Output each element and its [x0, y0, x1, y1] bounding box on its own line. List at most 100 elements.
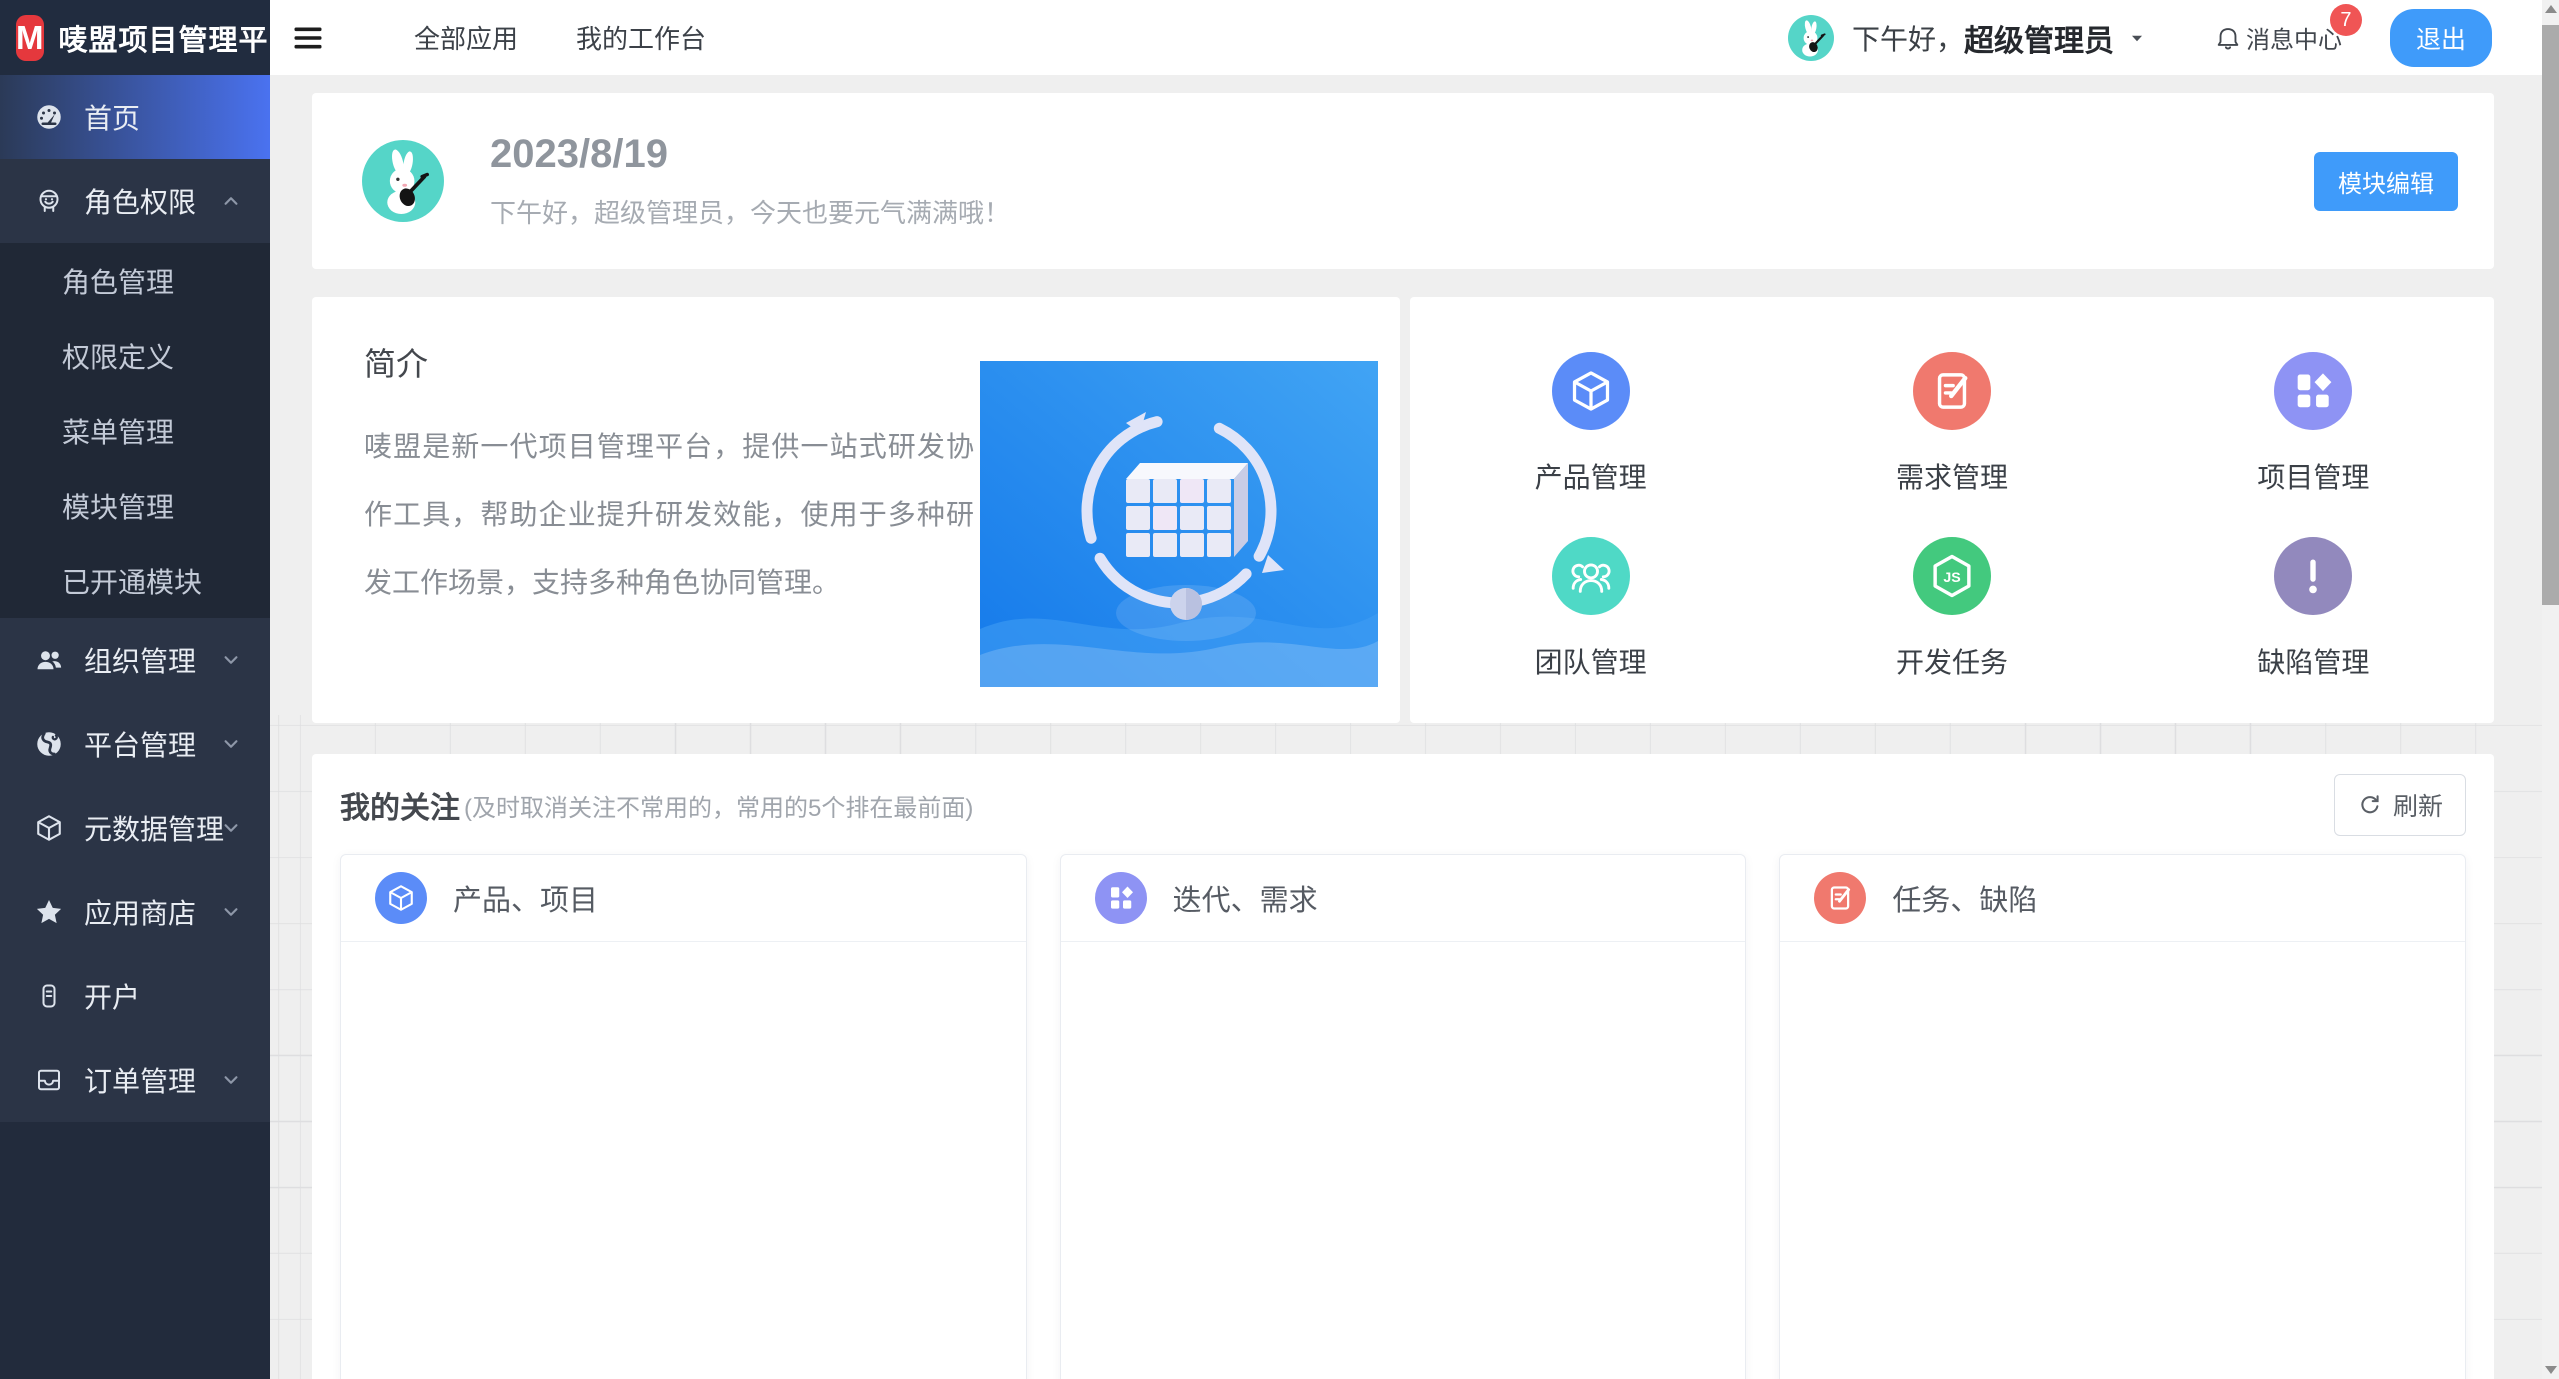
focus-header: 我的关注 (及时取消关注不常用的，常用的5个排在最前面) 刷新	[340, 778, 2466, 832]
cube-icon	[375, 872, 427, 924]
module-product[interactable]: 产品管理	[1410, 331, 1771, 516]
sidebar-item-label: 应用商店	[84, 892, 196, 932]
scroll-down-arrow[interactable]	[2542, 1361, 2559, 1379]
focus-card-product-project: 产品、项目	[340, 854, 1027, 1379]
dashboard-icon	[34, 102, 64, 132]
sidebar-item-label: 元数据管理	[84, 808, 224, 848]
exclamation-icon	[2274, 537, 2352, 615]
sidebar-item-label: 开户	[84, 976, 140, 1016]
app-root: { "app": { "logo_letter": "M", "title": …	[0, 0, 2559, 1379]
user-dropdown[interactable]: 下午好， 超级管理员	[1852, 16, 2148, 60]
module-edit-button[interactable]: 模块编辑	[2314, 152, 2458, 211]
platform-illustration	[980, 361, 1378, 687]
metadata-icon	[34, 813, 64, 843]
focus-card-task-defect: 任务、缺陷	[1779, 854, 2466, 1379]
sidebar-item-label: 平台管理	[84, 724, 196, 764]
sidebar-subitem-module-manage[interactable]: 模块管理	[0, 468, 270, 543]
chevron-down-icon	[218, 647, 244, 673]
banner-avatar	[362, 140, 444, 222]
sidebar-subitem-menu-manage[interactable]: 菜单管理	[0, 393, 270, 468]
focus-card-header: 迭代、需求	[1061, 855, 1746, 942]
sidebar-item-role-permission[interactable]: 角色权限	[0, 159, 270, 243]
module-project[interactable]: 项目管理	[2133, 331, 2494, 516]
logout-button[interactable]: 退出	[2390, 9, 2492, 67]
message-count-badge: 7	[2330, 4, 2362, 36]
sidebar-menu: 首页 角色权限 角色管理 权限定义 菜单管理 模块管理 已开通模块 组织管理 平…	[0, 75, 270, 1122]
greeting-text: 下午好，	[1852, 18, 1964, 58]
refresh-label: 刷新	[2393, 787, 2443, 823]
chevron-down-icon	[218, 1067, 244, 1093]
nodejs-icon	[1913, 537, 1991, 615]
doc-edit-icon	[1814, 872, 1866, 924]
greeting-banner: 2023/8/19 下午好，超级管理员，今天也要元气满满哦！ 模块编辑	[312, 93, 2494, 269]
chevron-down-icon	[218, 899, 244, 925]
top-right-cluster: 下午好， 超级管理员 消息中心 7 退出	[1788, 9, 2492, 67]
cube-icon	[1552, 352, 1630, 430]
chevron-up-icon	[218, 188, 244, 214]
focus-card-title: 迭代、需求	[1173, 877, 1318, 919]
focus-title: 我的关注	[340, 783, 460, 827]
sidebar-item-orders[interactable]: 订单管理	[0, 1038, 270, 1122]
app-grid-icon	[1095, 872, 1147, 924]
scroll-up-arrow[interactable]	[2542, 0, 2559, 18]
my-focus-section: 我的关注 (及时取消关注不常用的，常用的5个排在最前面) 刷新 产品、项目 迭代…	[312, 754, 2494, 1379]
app-grid-icon	[2274, 352, 2352, 430]
intro-card: 简介 唛盟是新一代项目管理平台，提供一站式研发协作工具，帮助企业提升研发效能，使…	[312, 297, 1400, 723]
focus-card-title: 产品、项目	[453, 877, 598, 919]
account-icon	[34, 981, 64, 1011]
tab-all-apps[interactable]: 全部应用	[414, 19, 518, 56]
sidebar-item-home[interactable]: 首页	[0, 75, 270, 159]
chevron-down-icon	[2126, 27, 2148, 49]
sidebar-item-organization[interactable]: 组织管理	[0, 618, 270, 702]
banner-message: 下午好，超级管理员，今天也要元气满满哦！	[490, 193, 1010, 230]
menu-collapse-icon[interactable]	[290, 20, 326, 56]
focus-cards-row: 产品、项目 迭代、需求 任务、缺陷	[340, 854, 2466, 1379]
sidebar-item-platform[interactable]: 平台管理	[0, 702, 270, 786]
brand-header: M 唛盟项目管理平台	[0, 0, 270, 75]
module-defect[interactable]: 缺陷管理	[2133, 516, 2494, 701]
role-icon	[34, 186, 64, 216]
sidebar-item-account-open[interactable]: 开户	[0, 954, 270, 1038]
username: 超级管理员	[1964, 16, 2114, 60]
bell-icon	[2214, 24, 2242, 52]
top-bar: 全部应用 我的工作台 下午好， 超级管理员 消息中心 7 退出	[270, 0, 2542, 75]
modules-card: 产品管理 需求管理 项目管理 团队管理 开发任务 缺陷管理	[1410, 297, 2494, 723]
sidebar-item-label: 订单管理	[84, 1060, 196, 1100]
sidebar-subitem-permission-define[interactable]: 权限定义	[0, 318, 270, 393]
appstore-icon	[34, 897, 64, 927]
sidebar-subitem-role-manage[interactable]: 角色管理	[0, 243, 270, 318]
module-label: 团队管理	[1535, 641, 1647, 681]
sidebar-item-metadata[interactable]: 元数据管理	[0, 786, 270, 870]
banner-date: 2023/8/19	[490, 132, 1010, 177]
scrollbar-thumb[interactable]	[2542, 25, 2559, 605]
module-label: 需求管理	[1896, 456, 2008, 496]
banner-text: 2023/8/19 下午好，超级管理员，今天也要元气满满哦！	[490, 132, 1010, 230]
app-title: 唛盟项目管理平台	[59, 17, 299, 59]
message-center[interactable]: 消息中心 7	[2214, 20, 2342, 55]
sidebar-item-label: 首页	[84, 97, 140, 137]
chevron-down-icon	[218, 815, 244, 841]
main-content: 2023/8/19 下午好，超级管理员，今天也要元气满满哦！ 模块编辑 简介 唛…	[270, 75, 2542, 1379]
module-requirement[interactable]: 需求管理	[1771, 331, 2132, 516]
sidebar-item-appstore[interactable]: 应用商店	[0, 870, 270, 954]
tab-my-workbench[interactable]: 我的工作台	[576, 19, 706, 56]
chevron-down-icon	[218, 731, 244, 757]
focus-card-header: 产品、项目	[341, 855, 1026, 942]
sidebar-item-label: 组织管理	[84, 640, 196, 680]
focus-card-header: 任务、缺陷	[1780, 855, 2465, 942]
module-dev-task[interactable]: 开发任务	[1771, 516, 2132, 701]
module-team[interactable]: 团队管理	[1410, 516, 1771, 701]
user-avatar[interactable]	[1788, 15, 1834, 61]
sidebar-item-label: 角色权限	[84, 181, 196, 221]
sidebar-subitem-opened-modules[interactable]: 已开通模块	[0, 543, 270, 618]
refresh-icon	[2357, 792, 2383, 818]
sidebar: 首页 角色权限 角色管理 权限定义 菜单管理 模块管理 已开通模块 组织管理 平…	[0, 75, 270, 1379]
refresh-button[interactable]: 刷新	[2334, 774, 2466, 836]
role-permission-submenu: 角色管理 权限定义 菜单管理 模块管理 已开通模块	[0, 243, 270, 618]
vertical-scrollbar[interactable]	[2542, 0, 2559, 1379]
intro-title: 简介	[364, 339, 428, 385]
order-icon	[34, 1065, 64, 1095]
module-label: 缺陷管理	[2257, 641, 2369, 681]
focus-card-title: 任务、缺陷	[1892, 877, 2037, 919]
org-icon	[34, 645, 64, 675]
